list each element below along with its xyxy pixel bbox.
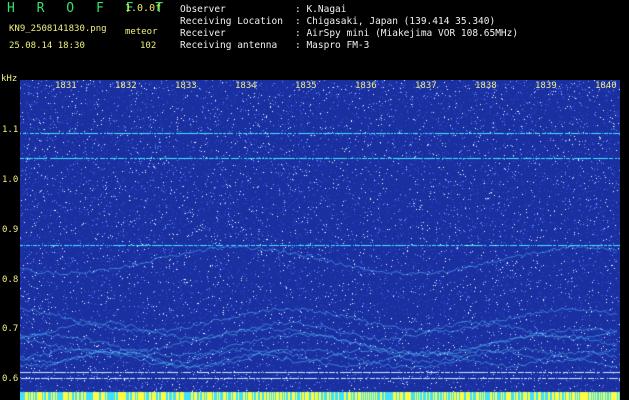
y-tick-label: 0.8	[2, 275, 19, 285]
y-tick-label: 1.0	[2, 175, 19, 185]
info-row-receiver: Receiver: AirSpy mini (Miakejima VOR 108…	[180, 28, 519, 39]
info-value: Maspro FM-3	[306, 40, 370, 51]
info-value: AirSpy mini (Miakejima VOR 108.65MHz)	[306, 28, 519, 39]
info-row-location: Receiving Location: Chigasaki, Japan (13…	[180, 16, 496, 27]
meteor-label: meteor	[125, 27, 158, 37]
info-label: Receiving antenna	[180, 40, 278, 51]
info-row-observer: Observer: K.Nagai	[180, 4, 347, 15]
meteor-count: 102	[140, 41, 157, 51]
y-axis-unit: kHz	[1, 74, 18, 84]
x-tick-label: 1834	[235, 81, 257, 91]
y-tick-label: 0.6	[2, 374, 19, 384]
y-tick-label: 0.9	[2, 225, 19, 235]
date-time: 25.08.14 18:30	[9, 41, 85, 51]
x-tick-label: 1840	[595, 81, 617, 91]
x-tick-label: 1838	[475, 81, 497, 91]
info-label: Receiving Location	[180, 16, 283, 27]
station-info: Observer: K.Nagai Receiving Location: Ch…	[180, 4, 518, 52]
info-value: K.Nagai	[306, 4, 347, 15]
y-tick-label: 1.1	[2, 125, 19, 135]
file-name: KN9_2508141830.png	[9, 24, 107, 34]
spectrogram-canvas[interactable]	[20, 80, 620, 400]
x-tick-label: 1835	[295, 81, 317, 91]
info-label: Receiver	[180, 28, 226, 39]
x-tick-label: 1839	[535, 81, 557, 91]
info-value: Chigasaki, Japan (139.414 35.340)	[306, 16, 496, 27]
x-tick-label: 1831	[55, 81, 77, 91]
y-tick-label: 0.7	[2, 324, 19, 334]
x-tick-label: 1833	[175, 81, 197, 91]
info-row-antenna: Receiving antenna: Maspro FM-3	[180, 40, 370, 51]
info-label: Observer	[180, 4, 226, 15]
spectrogram[interactable]	[20, 80, 620, 400]
app-version: 1.0.0f	[125, 3, 162, 14]
x-tick-label: 1832	[115, 81, 137, 91]
x-tick-label: 1836	[355, 81, 377, 91]
x-tick-label: 1837	[415, 81, 437, 91]
